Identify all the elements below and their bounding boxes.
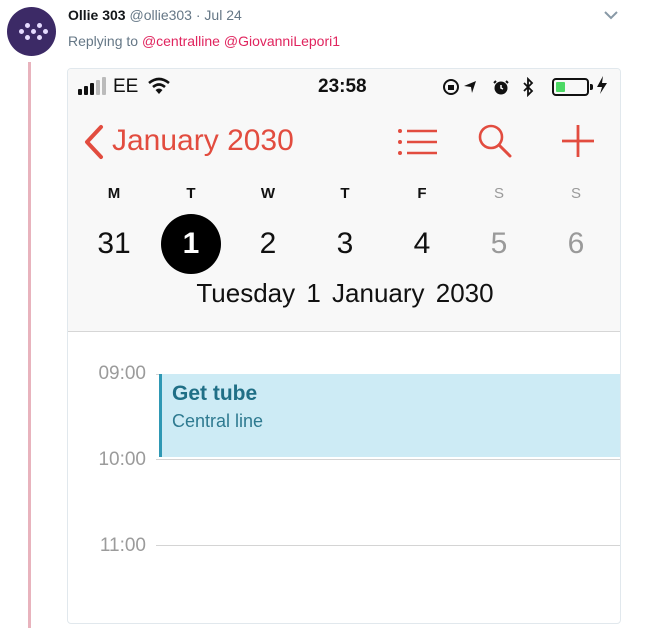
date-cell[interactable]: 2: [238, 214, 298, 274]
alarm-icon: [493, 80, 509, 95]
plus-icon[interactable]: [560, 123, 596, 159]
calendar-event[interactable]: Get tube Central line: [159, 374, 620, 457]
date-cell[interactable]: 31: [84, 214, 144, 274]
search-icon[interactable]: [477, 123, 513, 159]
author-name[interactable]: Ollie 303: [68, 7, 126, 23]
list-icon[interactable]: [397, 127, 437, 157]
status-icons: [443, 77, 534, 97]
tweet-header: Ollie 303 @ollie303 · Jul 24: [68, 7, 242, 23]
weekday-label: M: [107, 185, 121, 202]
chevron-down-icon[interactable]: [602, 8, 620, 22]
reply-mention[interactable]: @GiovanniLepori1: [224, 33, 340, 49]
hour-label: 10:00: [98, 449, 146, 470]
weekday-label: T: [340, 185, 350, 202]
weekday-label: S: [570, 185, 581, 202]
weekday-label: S: [493, 185, 504, 202]
status-time: 23:58: [318, 76, 367, 97]
battery-icon: [552, 78, 593, 96]
chevron-left-icon: [85, 125, 103, 159]
date-cell[interactable]: 5: [469, 214, 529, 274]
date-cell[interactable]: 3: [315, 214, 375, 274]
reply-prefix: Replying to: [68, 33, 139, 49]
tweet-date[interactable]: Jul 24: [204, 7, 241, 23]
reply-mention[interactable]: @centralline: [142, 33, 220, 49]
status-bar: EE 23:58: [68, 69, 620, 105]
charging-icon: [597, 76, 607, 94]
bluetooth-icon: [523, 77, 534, 97]
hour-label: 11:00: [99, 535, 146, 556]
avatar[interactable]: [7, 7, 56, 56]
hour-label: 09:00: [98, 363, 146, 384]
hour-divider: [156, 545, 620, 546]
rotation-lock-icon: [443, 79, 459, 95]
separator: ·: [195, 7, 201, 23]
weekday-label: F: [417, 185, 427, 202]
reply-context: Replying to @centralline @GiovanniLepori…: [68, 33, 340, 49]
wifi-icon: [148, 77, 170, 94]
author-handle[interactable]: @ollie303: [129, 7, 191, 23]
event-location: Central line: [172, 411, 264, 431]
date-cell-selected[interactable]: 1: [161, 214, 221, 274]
weekday-label: W: [260, 185, 276, 202]
hour-divider: [156, 459, 620, 460]
date-cell[interactable]: 4: [392, 214, 452, 274]
attached-image[interactable]: EE 23:58 January 2030 M T W T F S S 31 1…: [67, 68, 621, 624]
back-button-label: January 2030: [112, 124, 294, 157]
date-cell[interactable]: 6: [546, 214, 606, 274]
selected-date-title: Tuesday 1 January 2030: [196, 278, 494, 308]
back-button[interactable]: January 2030: [82, 122, 312, 162]
event-title: Get tube: [172, 382, 258, 405]
thread-line: [28, 62, 31, 628]
location-icon: [464, 81, 476, 93]
weekday-label: T: [186, 185, 196, 202]
carrier-label: EE: [113, 76, 139, 97]
